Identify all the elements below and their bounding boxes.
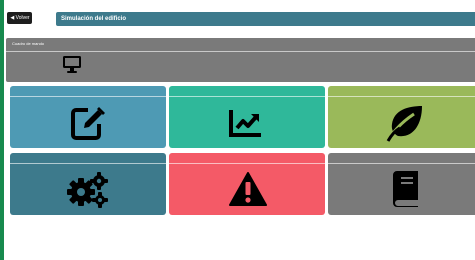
edit-icon xyxy=(71,107,105,140)
tile-divider xyxy=(169,96,325,97)
book-icon xyxy=(393,171,418,207)
dashboard-panel[interactable]: Cuadro de mando xyxy=(6,38,475,82)
leaf-icon xyxy=(386,106,422,142)
tile-chart[interactable] xyxy=(169,86,325,148)
tile-divider xyxy=(328,96,475,97)
tile-settings[interactable] xyxy=(10,153,166,215)
chart-line-icon xyxy=(229,110,261,137)
tile-edit[interactable] xyxy=(10,86,166,148)
warning-icon xyxy=(229,172,267,206)
panel-label: Cuadro de mando xyxy=(12,41,45,46)
cogs-icon xyxy=(67,172,108,208)
back-button[interactable]: ◀ Volver xyxy=(7,12,32,24)
tile-divider xyxy=(328,163,475,164)
tile-warning[interactable] xyxy=(169,153,325,215)
tile-manual[interactable] xyxy=(328,153,475,215)
tile-divider xyxy=(10,163,166,164)
tile-leaf[interactable] xyxy=(328,86,475,148)
monitor-icon xyxy=(63,56,81,73)
page-title: Simulación del edificio xyxy=(56,12,475,26)
tile-divider xyxy=(10,96,166,97)
tile-divider xyxy=(169,163,325,164)
panel-divider xyxy=(6,51,475,52)
